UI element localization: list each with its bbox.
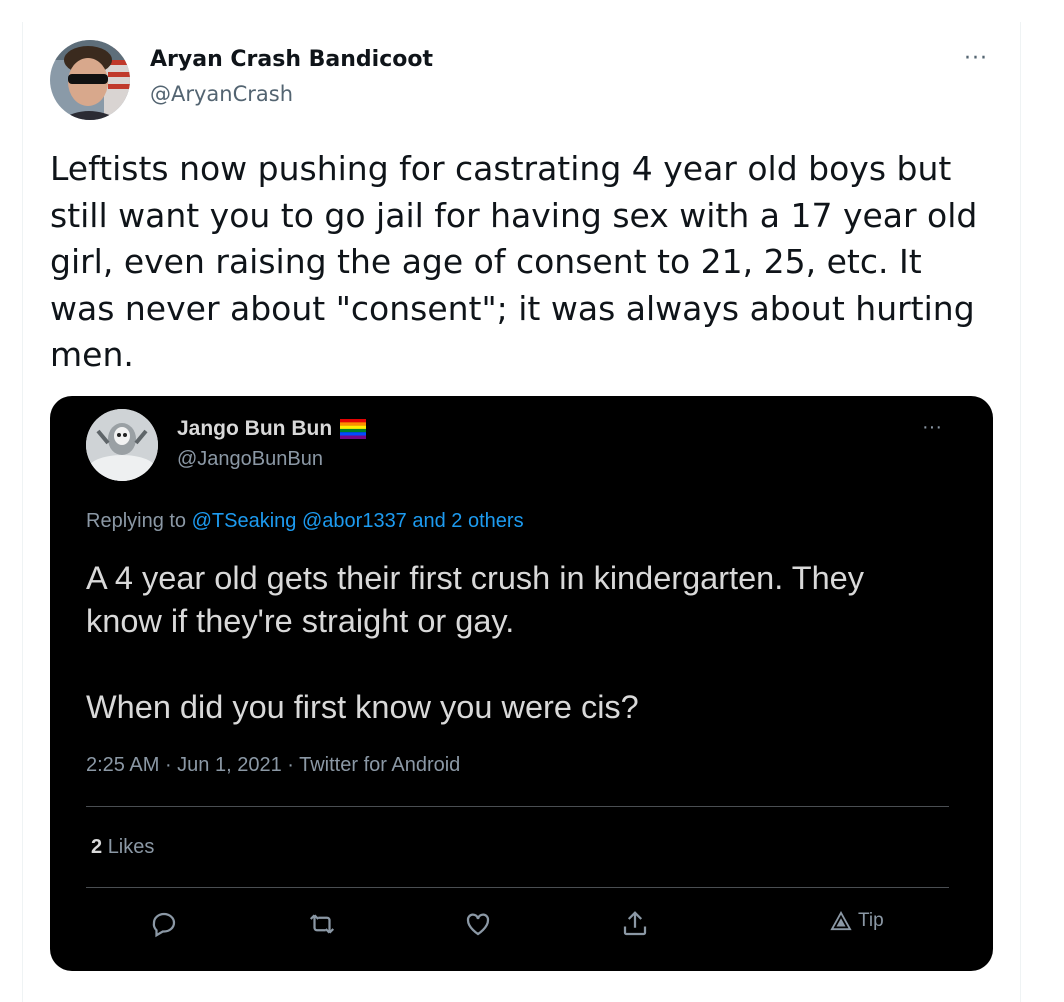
quoted-avatar [86,409,158,481]
tip-button: Tip [830,910,884,932]
quoted-display-name: Jango Bun Bun [177,417,367,441]
meta-separator: · [287,754,300,776]
replying-to: Replying to @TSeaking @abor1337 and 2 ot… [86,510,524,533]
replying-prefix: Replying to [86,510,187,532]
reply-mention-abor1337: @abor1337 [301,510,407,532]
quoted-tweet-image[interactable]: Jango Bun Bun @JangoBunBun ··· Replying … [50,396,993,971]
quoted-time: 2:25 AM [86,754,160,776]
tip-label: Tip [858,910,884,931]
likes-label: Likes [107,836,155,858]
retweet-icon [304,906,340,942]
reply-mention-tseaking: @TSeaking [191,510,297,532]
quoted-source: Twitter for Android [299,754,461,776]
more-options-icon[interactable]: ··· [964,46,988,71]
share-icon [617,906,653,942]
reply-others-link: and 2 others [412,510,524,532]
quoted-more-icon: ··· [922,416,942,438]
quoted-handle: @JangoBunBun [177,448,323,470]
divider [86,887,949,888]
quoted-date: Jun 1, 2021 [177,754,282,776]
author-display-name[interactable]: Aryan Crash Bandicoot [150,47,433,72]
author-avatar[interactable] [50,40,130,120]
rainbow-flag-icon [340,419,367,439]
meta-separator: · [164,754,178,776]
quoted-display-name-text: Jango Bun Bun [177,417,333,440]
like-heart-icon [460,906,496,942]
tweet-text: Leftists now pushing for castrating 4 ye… [50,149,978,374]
likes-number: 2 [91,836,103,858]
likes-count: 2 Likes [91,836,154,859]
tip-icon [830,911,852,931]
quoted-meta: 2:25 AM · Jun 1, 2021 · Twitter for Andr… [86,754,460,777]
reply-icon [146,906,182,942]
quoted-tweet-text: A 4 year old gets their first crush in k… [86,560,864,725]
author-handle[interactable]: @AryanCrash [150,82,293,106]
divider [86,806,949,807]
